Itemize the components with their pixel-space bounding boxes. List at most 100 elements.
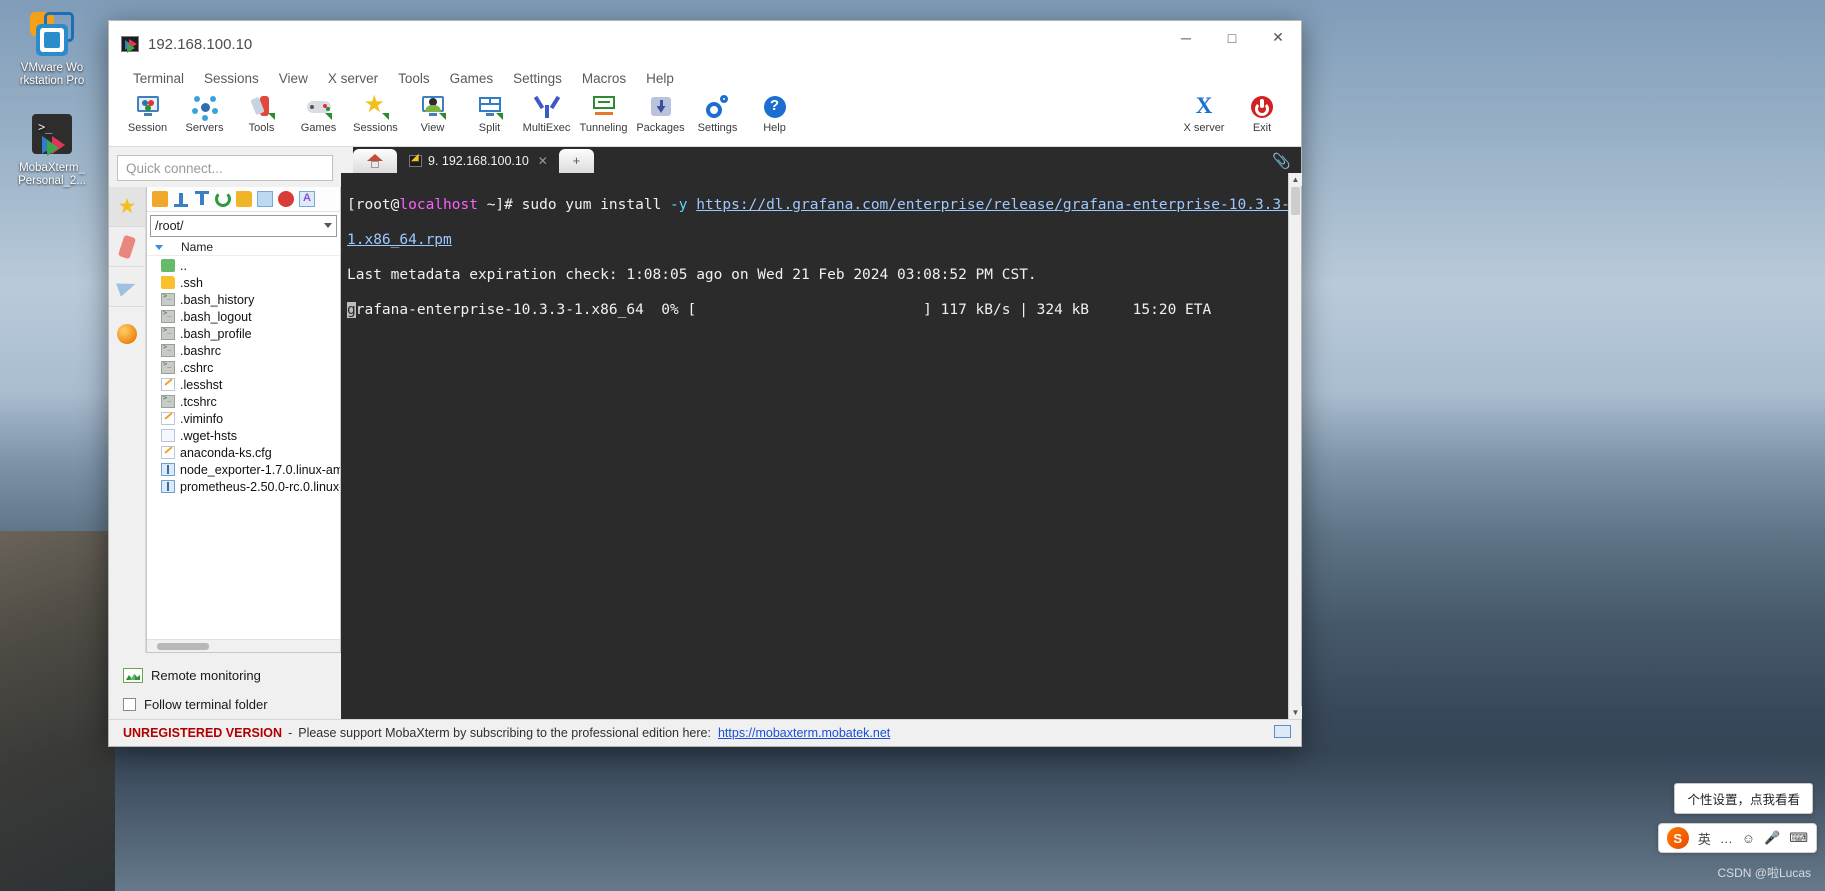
toolbar-session-button[interactable]: Session — [119, 91, 176, 134]
desktop-icon-mobaxterm[interactable]: >_ MobaXterm_ Personal_2... — [2, 110, 102, 188]
list-item[interactable]: .cshrc — [147, 359, 340, 376]
menu-macros[interactable]: Macros — [572, 71, 636, 86]
terminal-scrollbar[interactable]: ▲ ▼ — [1288, 173, 1301, 719]
tab-session-active[interactable]: ◢ 9. 192.168.100.10 ✕ — [399, 149, 557, 173]
list-item[interactable]: .bash_profile — [147, 325, 340, 342]
new-folder-icon[interactable] — [236, 191, 252, 207]
folder-icon — [161, 276, 175, 289]
toolbar-label: Exit — [1253, 122, 1271, 134]
sidebar-tab-globe[interactable] — [109, 314, 145, 354]
list-item[interactable]: prometheus-2.50.0-rc.0.linux-a — [147, 478, 340, 495]
ime-tooltip[interactable]: 个性设置，点我看看 — [1674, 783, 1813, 814]
terminal-output[interactable]: [root@localhost ~]# sudo yum install -y … — [341, 173, 1288, 719]
monitor-icon[interactable] — [1274, 725, 1291, 738]
smile-icon[interactable]: ☺ — [1742, 831, 1755, 846]
scrollbar-thumb[interactable] — [1291, 187, 1300, 215]
chevron-down-icon[interactable] — [324, 223, 332, 228]
menu-sessions[interactable]: Sessions — [194, 71, 269, 86]
list-item[interactable]: .ssh — [147, 274, 340, 291]
toolbar-xserver-button[interactable]: X X server — [1175, 91, 1233, 134]
scrollbar-thumb[interactable] — [157, 643, 209, 650]
toolbar-sessions-button[interactable]: ★ Sessions — [347, 91, 404, 134]
list-item[interactable]: .bash_logout — [147, 308, 340, 325]
menu-x-server[interactable]: X server — [318, 71, 388, 86]
sessions-star-icon: ★ — [363, 94, 389, 120]
toolbar-tools-button[interactable]: Tools — [233, 91, 290, 134]
window-close-button[interactable]: ✕ — [1255, 21, 1301, 54]
keyboard-icon[interactable]: ⌨ — [1789, 830, 1808, 846]
mic-icon[interactable]: 🎤 — [1764, 830, 1780, 846]
tab-add-button[interactable]: + — [559, 149, 594, 173]
upload-icon[interactable] — [194, 191, 210, 207]
text-file-icon — [161, 446, 175, 459]
command-url[interactable]: https://dl.grafana.com/enterprise/releas… — [696, 197, 1288, 213]
desktop-icon-vmware[interactable]: VMware Wo rkstation Pro — [2, 10, 102, 88]
xserver-icon: X — [1191, 94, 1217, 120]
toolbar-split-button[interactable]: Split — [461, 91, 518, 134]
sidebar-tab-tools[interactable] — [109, 227, 145, 267]
list-item[interactable]: .tcshrc — [147, 393, 340, 410]
globe-icon — [117, 324, 137, 344]
go-up-icon[interactable] — [152, 191, 168, 207]
menu-help[interactable]: Help — [636, 71, 684, 86]
list-item[interactable]: .bash_history — [147, 291, 340, 308]
list-item[interactable]: .wget-hsts — [147, 427, 340, 444]
remote-monitoring-row[interactable]: Remote monitoring — [109, 661, 341, 690]
prompt-host: localhost — [399, 197, 478, 213]
scroll-down-icon[interactable]: ▼ — [1289, 706, 1302, 719]
menu-view[interactable]: View — [269, 71, 318, 86]
menu-tools[interactable]: Tools — [388, 71, 440, 86]
text-mode-icon[interactable]: A — [299, 191, 315, 207]
unregistered-label: UNREGISTERED VERSION — [123, 726, 282, 740]
download-icon[interactable] — [173, 191, 189, 207]
file-browser-list[interactable]: .. .ssh .bash_history .bash_logout .bash… — [147, 256, 340, 639]
list-item[interactable]: .. — [147, 257, 340, 274]
refresh-icon[interactable] — [215, 191, 231, 207]
menu-settings[interactable]: Settings — [503, 71, 572, 86]
toolbar-tunneling-button[interactable]: Tunneling — [575, 91, 632, 134]
paperclip-icon[interactable]: 📎 — [1272, 152, 1291, 170]
tab-home[interactable] — [353, 149, 397, 173]
toolbar-label: MultiExec — [523, 122, 571, 134]
file-browser-column-header[interactable]: Name — [147, 239, 340, 256]
follow-terminal-folder-row[interactable]: Follow terminal folder — [109, 690, 341, 719]
list-item[interactable]: .bashrc — [147, 342, 340, 359]
sogou-logo-icon[interactable]: S — [1667, 827, 1689, 849]
window-titlebar: 192.168.100.10 ─ □ ✕ — [109, 21, 1301, 67]
window-maximize-button[interactable]: □ — [1209, 21, 1255, 54]
quick-connect-input[interactable]: Quick connect... — [117, 155, 333, 181]
toolbar-settings-button[interactable]: Settings — [689, 91, 746, 134]
list-item[interactable]: anaconda-ks.cfg — [147, 444, 340, 461]
toolbar-packages-button[interactable]: Packages — [632, 91, 689, 134]
toolbar-servers-button[interactable]: Servers — [176, 91, 233, 134]
command-url-continued[interactable]: 1.x86_64.rpm — [347, 232, 452, 248]
close-icon[interactable]: ✕ — [538, 154, 548, 168]
toolbar-view-button[interactable]: View — [404, 91, 461, 134]
toolbar-label: View — [421, 122, 445, 134]
list-item[interactable]: node_exporter-1.7.0.linux-amd — [147, 461, 340, 478]
list-item[interactable]: .viminfo — [147, 410, 340, 427]
new-file-icon[interactable] — [257, 191, 273, 207]
prompt-prefix: [root@ — [347, 197, 399, 213]
sidebar-tab-sessions[interactable] — [109, 267, 145, 307]
file-browser-horizontal-scrollbar[interactable] — [147, 639, 340, 652]
status-link[interactable]: https://mobaxterm.mobatek.net — [718, 726, 890, 740]
menu-games[interactable]: Games — [440, 71, 504, 86]
scroll-up-icon[interactable]: ▲ — [1289, 173, 1302, 186]
ime-mode-label[interactable]: 英 — [1698, 829, 1711, 848]
delete-icon[interactable] — [278, 191, 294, 207]
toolbar-games-button[interactable]: Games — [290, 91, 347, 134]
file-browser-path-input[interactable]: /root/ — [150, 215, 337, 237]
toolbar-exit-button[interactable]: Exit — [1233, 91, 1291, 134]
window-minimize-button[interactable]: ─ — [1163, 21, 1209, 54]
follow-terminal-folder-checkbox[interactable] — [123, 698, 136, 711]
menu-terminal[interactable]: Terminal — [123, 71, 194, 86]
toolbar-multiexec-button[interactable]: MultiExec — [518, 91, 575, 134]
sidebar-tab-favorites[interactable]: ★ — [109, 187, 145, 227]
watermark: CSDN @啦Lucas — [1717, 864, 1811, 881]
metadata-line: Last metadata expiration check: 1:08:05 … — [347, 267, 1037, 283]
toolbar-help-button[interactable]: ? Help — [746, 91, 803, 134]
file-name: .wget-hsts — [180, 429, 237, 443]
list-item[interactable]: .lesshst — [147, 376, 340, 393]
ime-more-icon[interactable]: … — [1720, 831, 1733, 846]
